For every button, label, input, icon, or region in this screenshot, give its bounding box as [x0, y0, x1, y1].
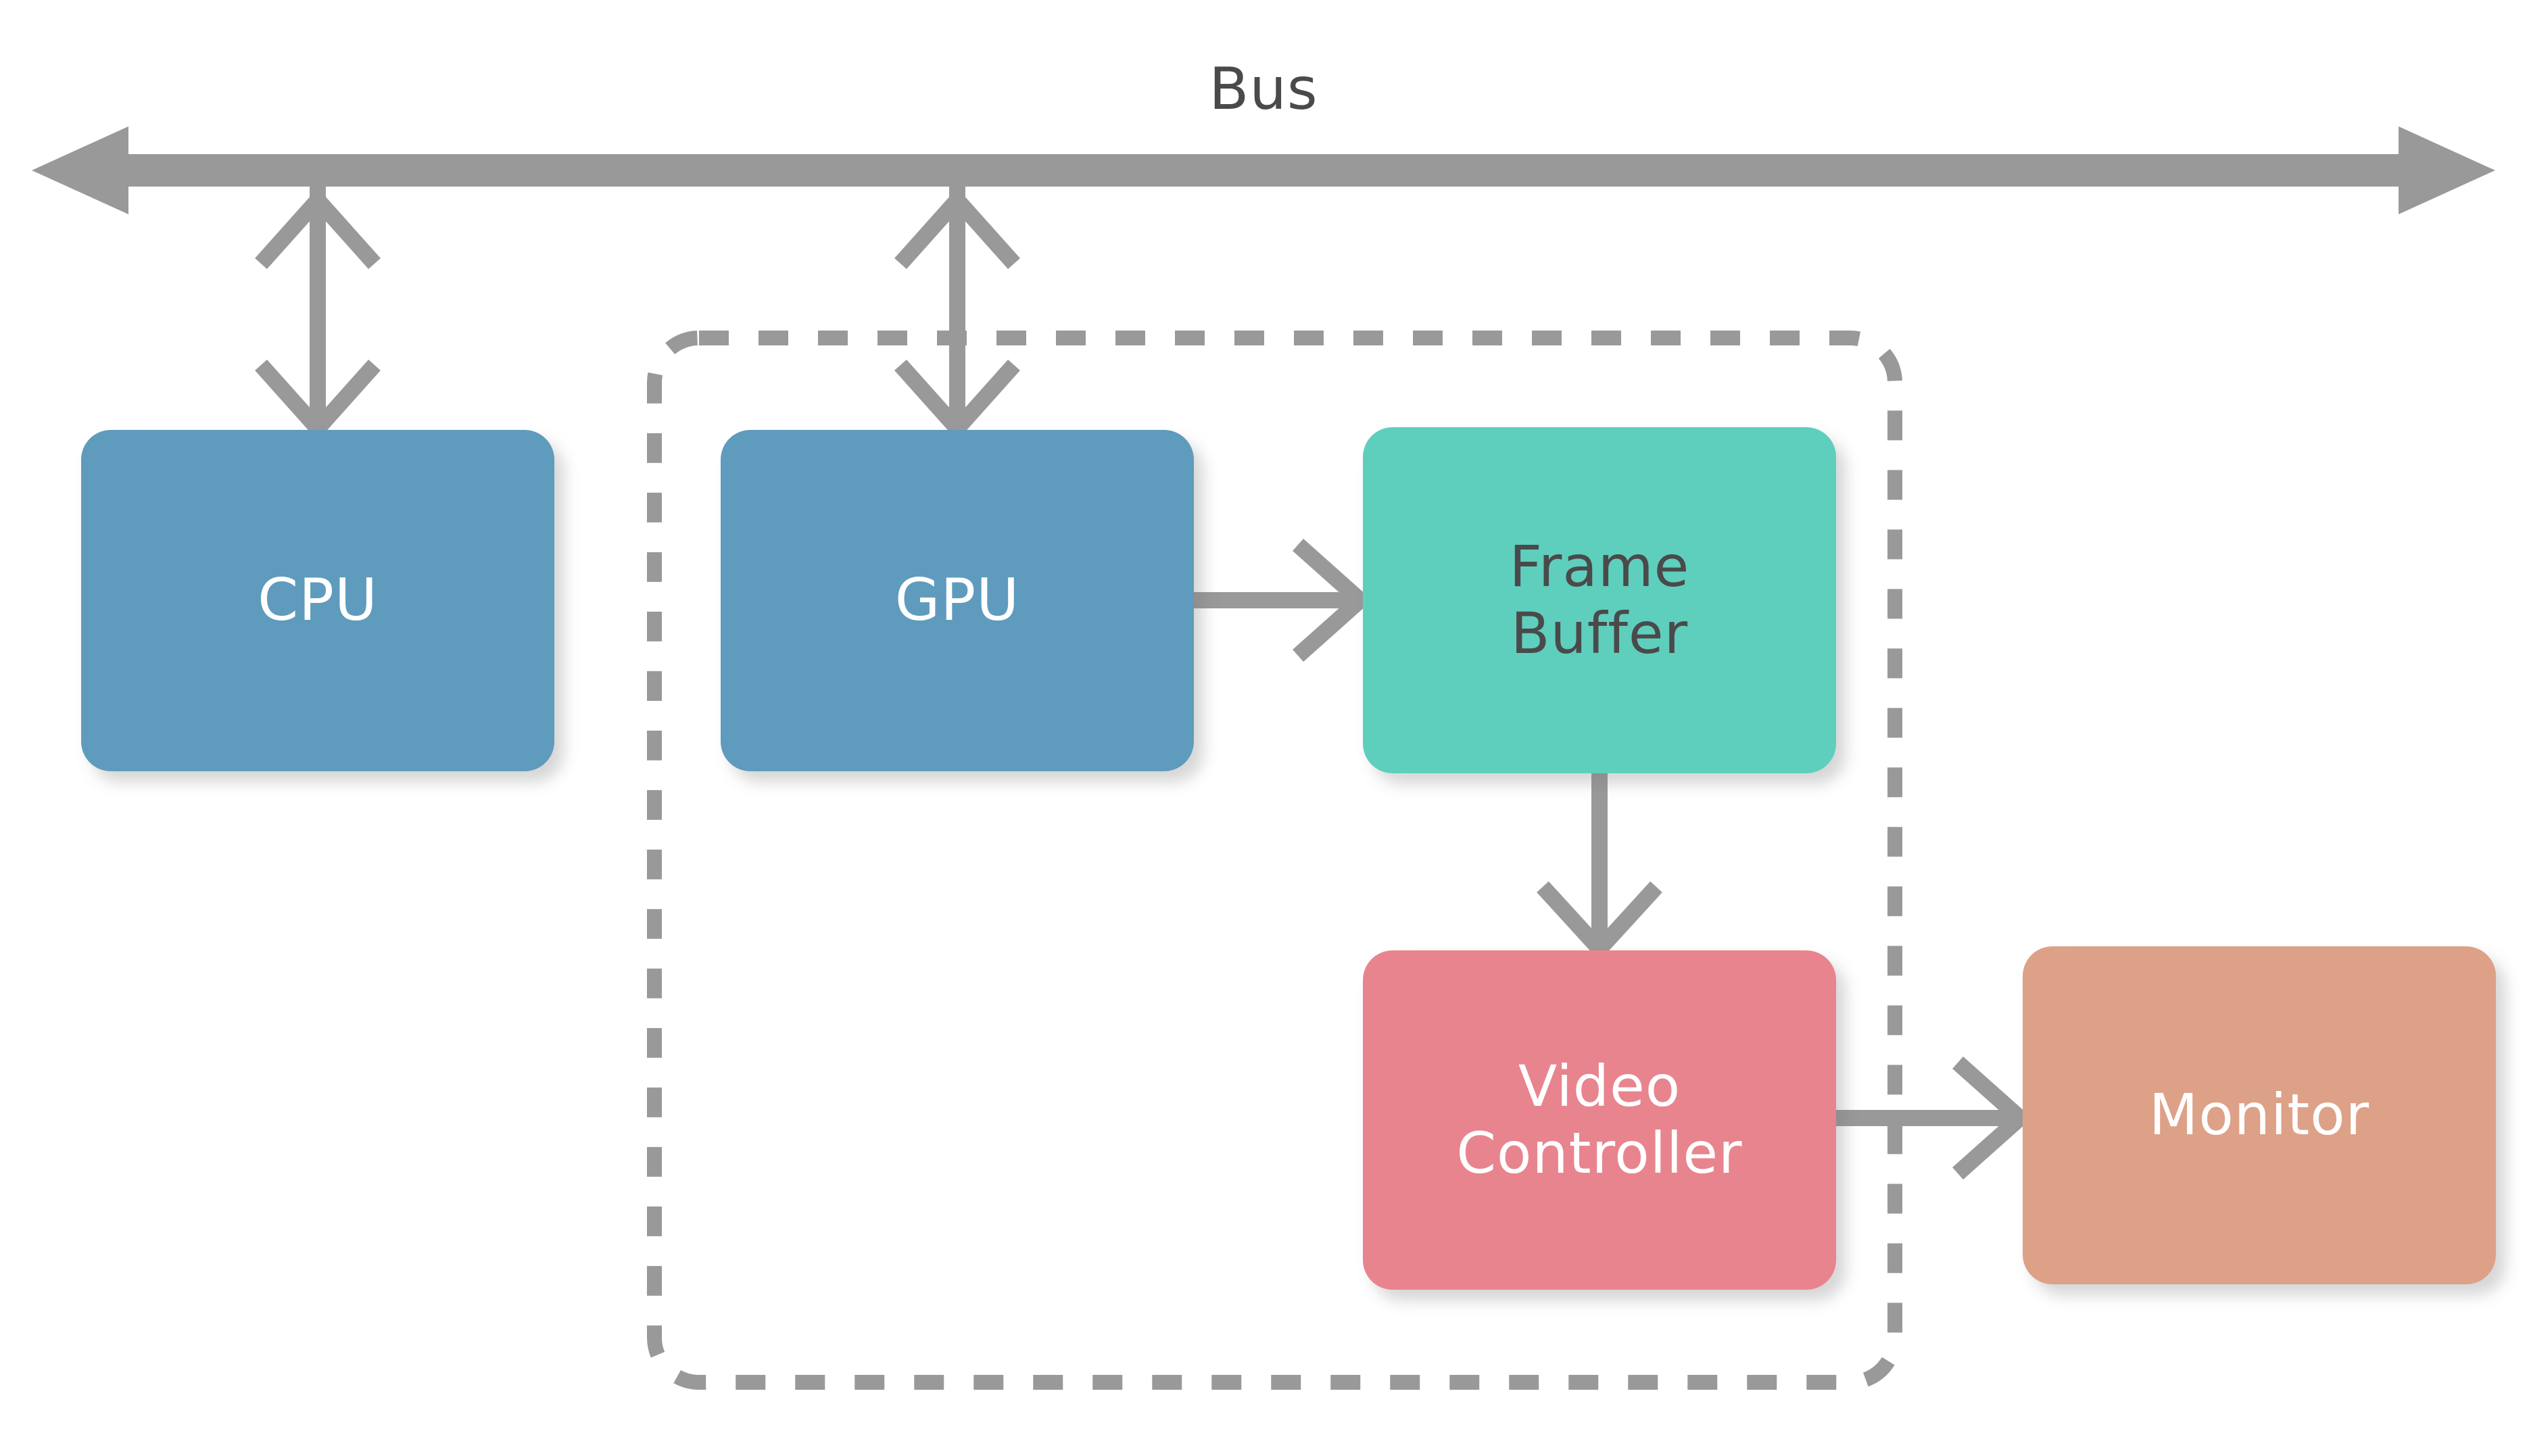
node-video-controller[interactable]: Video Controller: [1363, 950, 1836, 1290]
node-gpu-label: GPU: [894, 566, 1020, 634]
node-gpu[interactable]: GPU: [721, 430, 1194, 771]
node-cpu-label: CPU: [258, 566, 378, 634]
node-frame-buffer-label: Frame Buffer: [1509, 533, 1690, 666]
bus-title-label: Bus: [1209, 55, 1318, 123]
node-monitor[interactable]: Monitor: [2023, 946, 2496, 1284]
diagram-canvas: Bus CPU GPU Frame Buffer Video Controlle…: [0, 0, 2527, 1456]
framebuffer-videocontroller-connector: [1537, 773, 1662, 961]
node-monitor-label: Monitor: [2148, 1082, 2370, 1148]
bus-line: [32, 126, 2495, 214]
videocontroller-monitor-connector: [1836, 1057, 2033, 1180]
gpu-bus-connector: [894, 187, 1020, 441]
node-frame-buffer[interactable]: Frame Buffer: [1363, 427, 1836, 773]
node-cpu[interactable]: CPU: [81, 430, 554, 771]
gpu-framebuffer-connector: [1194, 539, 1373, 662]
node-video-controller-label: Video Controller: [1456, 1052, 1743, 1186]
cpu-bus-connector: [255, 187, 381, 441]
